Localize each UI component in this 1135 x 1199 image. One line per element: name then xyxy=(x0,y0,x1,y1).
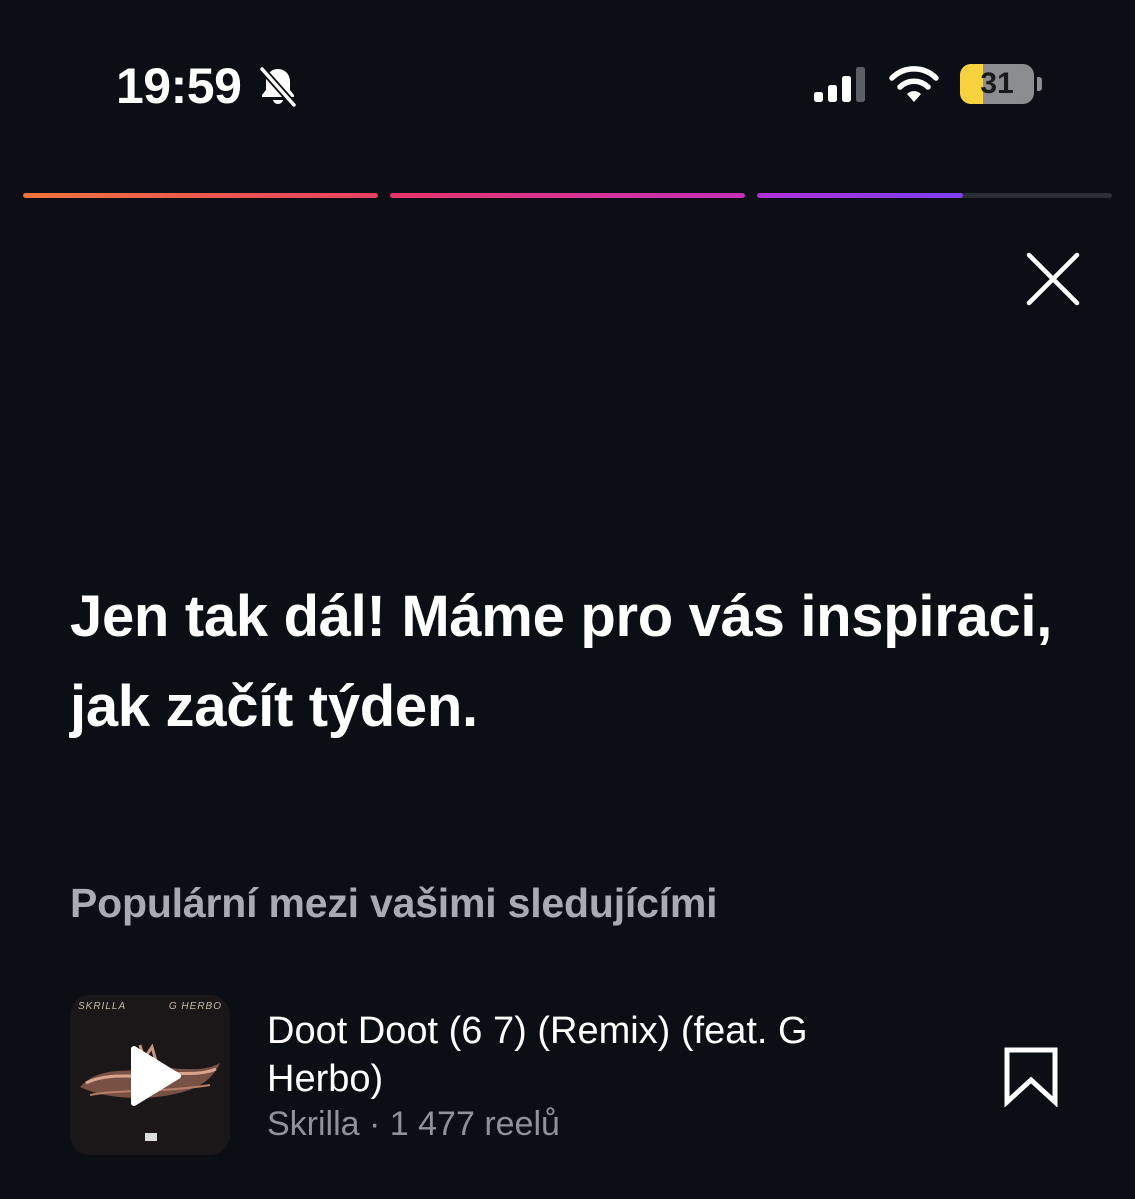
battery-level: 31 xyxy=(980,67,1014,100)
story-headline: Jen tak dál! Máme pro vás inspiraci, jak… xyxy=(70,584,1053,739)
parental-advisory-label xyxy=(145,1133,157,1141)
track-item[interactable]: SKRILLA G HERBO Doot Doot (6 7) (Remix) … xyxy=(70,995,1070,1157)
wifi-icon xyxy=(889,66,939,102)
bookmark-icon[interactable] xyxy=(1002,1045,1060,1107)
play-icon[interactable] xyxy=(120,1043,186,1109)
close-icon[interactable] xyxy=(1020,246,1086,312)
status-time: 19:59 xyxy=(116,58,242,114)
story-progress-2 xyxy=(390,193,745,198)
section-title: Populární mezi vašimi sledujícími xyxy=(70,880,718,926)
bell-off-icon xyxy=(258,65,298,108)
album-cover[interactable]: SKRILLA G HERBO xyxy=(70,995,230,1155)
cellular-signal-icon xyxy=(814,67,865,102)
cover-artist-right: G HERBO xyxy=(168,1001,222,1012)
cover-artist-left: SKRILLA xyxy=(78,1001,127,1012)
story-progress-3 xyxy=(757,193,1112,198)
track-meta: Skrilla · 1 477 reelů xyxy=(267,1105,560,1143)
story-progress-1 xyxy=(23,193,378,198)
track-title[interactable]: Doot Doot (6 7) (Remix) (feat. G Herbo) xyxy=(267,1007,907,1103)
battery-indicator: 31 xyxy=(960,64,1042,106)
